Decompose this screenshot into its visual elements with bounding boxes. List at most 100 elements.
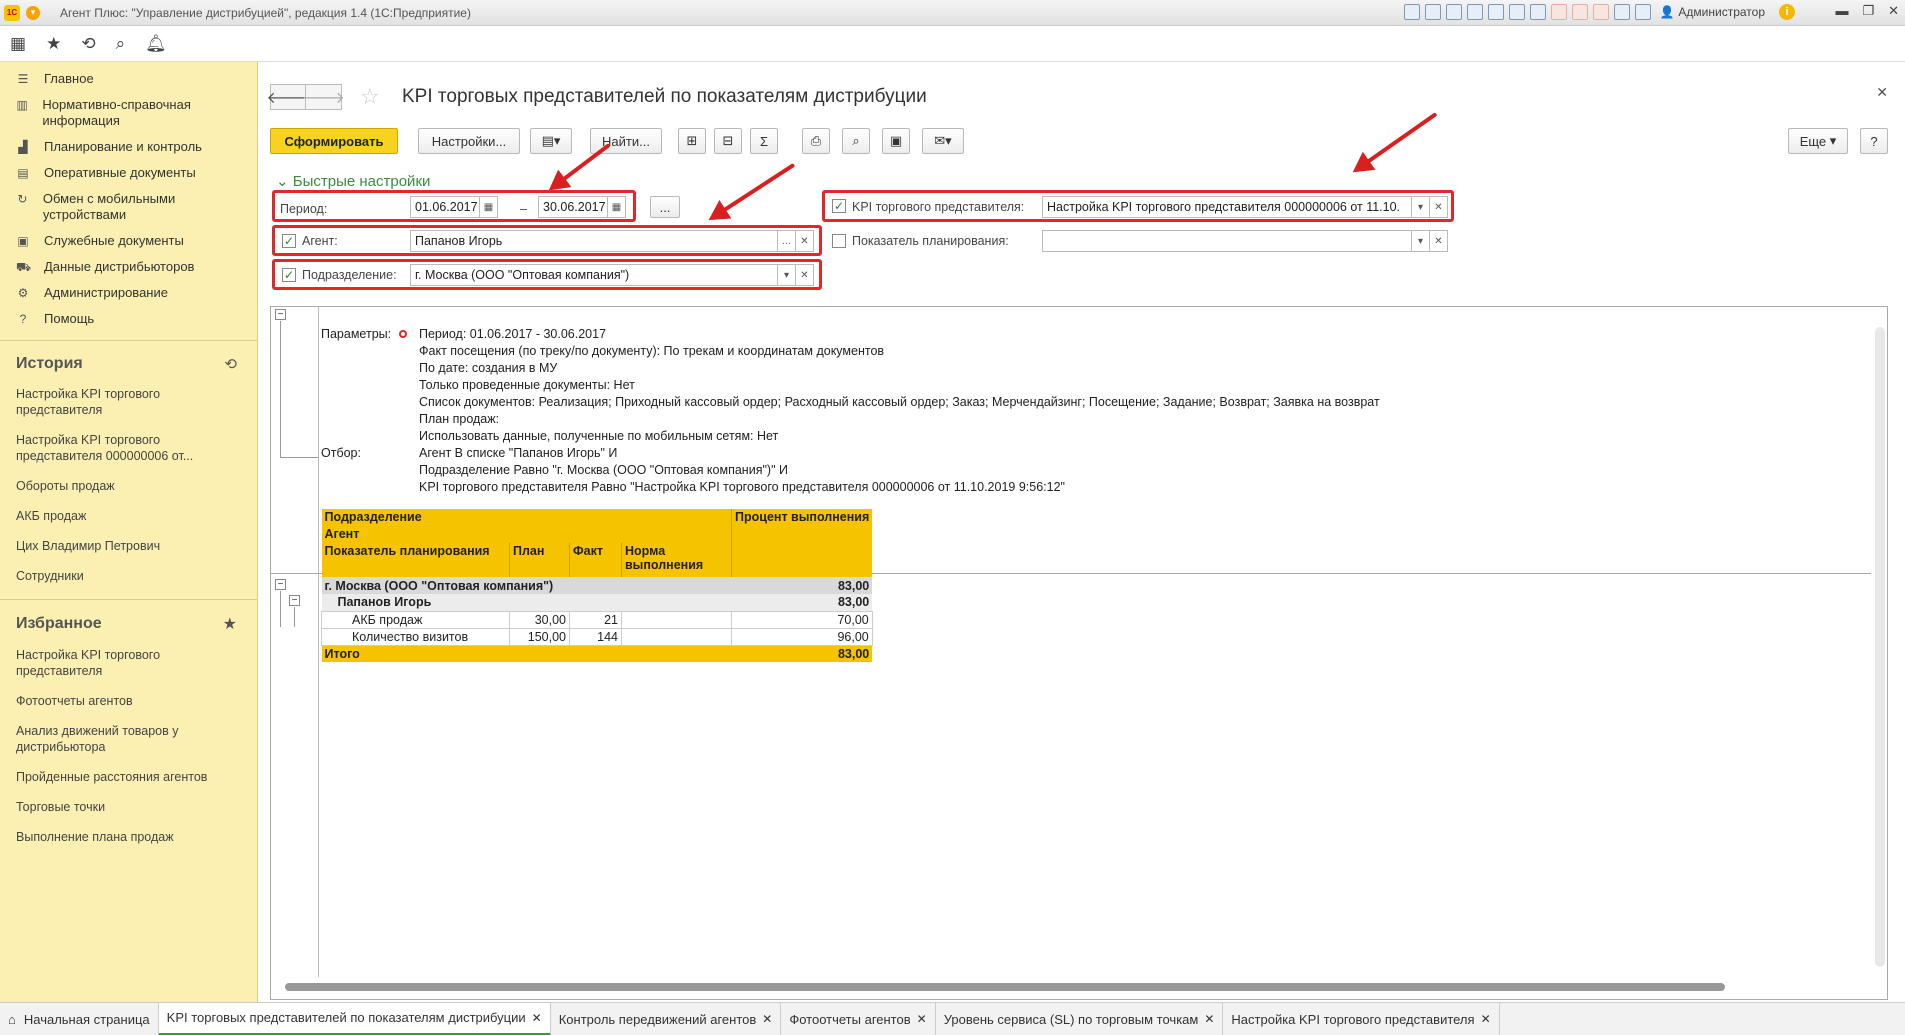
restore-icon[interactable]: ❐: [1862, 3, 1874, 19]
sidebar-item-mobile-exchange[interactable]: ↻ Обмен с мобильными устройствами: [0, 186, 257, 228]
search-icon[interactable]: ⌕: [116, 34, 126, 54]
table-icon[interactable]: [1509, 4, 1525, 20]
sidebar-item-label: Планирование и контроль: [44, 139, 202, 154]
collapse-icon[interactable]: ⊟: [714, 128, 742, 154]
close-window-icon[interactable]: ✕: [1888, 3, 1899, 19]
plan-checkbox[interactable]: ✓: [832, 234, 846, 248]
param-line: Использовать данные, полученные по мобил…: [419, 429, 779, 443]
memory-icon[interactable]: [1551, 4, 1567, 20]
close-form-icon[interactable]: ✕: [1876, 84, 1888, 101]
quick-settings-header[interactable]: ⌄ Быстрые настройки: [276, 172, 430, 190]
upload-icon[interactable]: [1467, 4, 1483, 20]
favorites-item[interactable]: Настройка KPI торгового представителя: [0, 640, 257, 686]
plan-input[interactable]: [1042, 230, 1412, 252]
more-button[interactable]: Еще ▾: [1788, 128, 1848, 154]
save-icon[interactable]: [1404, 4, 1420, 20]
favorites-item[interactable]: Выполнение плана продаж: [0, 822, 257, 852]
collapse-dept-icon[interactable]: −: [275, 579, 286, 590]
print-preview-icon[interactable]: ⌕: [842, 128, 870, 154]
history-item[interactable]: АКБ продаж: [0, 501, 257, 531]
favorites-item[interactable]: Анализ движений товаров у дистрибьютора: [0, 716, 257, 762]
close-tab-icon[interactable]: ✕: [762, 1012, 772, 1026]
panels-icon[interactable]: [1635, 4, 1651, 20]
header-pct: Процент выполнения: [731, 509, 873, 577]
preview-icon[interactable]: [1446, 4, 1462, 20]
forward-button[interactable]: 🡒: [302, 84, 345, 110]
favorites-item[interactable]: Торговые точки: [0, 792, 257, 822]
sidebar-item-help[interactable]: ? Помощь: [0, 306, 257, 332]
zoom-icon[interactable]: [1614, 4, 1630, 20]
sidebar-item-distributor-data[interactable]: ⛟ Данные дистрибьюторов: [0, 254, 257, 280]
notifications-bell-icon[interactable]: 🔔︎: [145, 34, 167, 54]
close-tab-icon[interactable]: ✕: [1204, 1012, 1214, 1026]
info-icon[interactable]: i: [1779, 4, 1795, 20]
highlight-kpi: [822, 190, 1454, 222]
sidebar-item-planning[interactable]: ▟ Планирование и контроль: [0, 134, 257, 160]
settings-button[interactable]: Настройки...: [418, 128, 520, 154]
tree-line: [280, 321, 281, 457]
sidebar-item-operational-docs[interactable]: ▤ Оперативные документы: [0, 160, 257, 186]
user-area[interactable]: 👤 Администратор i: [1659, 4, 1795, 20]
close-tab-icon[interactable]: ✕: [917, 1012, 927, 1026]
print-icon[interactable]: [1425, 4, 1441, 20]
sidebar-item-administration[interactable]: ⚙ Администрирование: [0, 280, 257, 306]
header-fact: Факт: [569, 543, 622, 577]
dept-pct: 83,00: [837, 578, 870, 593]
variants-button[interactable]: ▤▾: [530, 128, 572, 154]
history-icon[interactable]: ⟲: [81, 34, 95, 54]
indicator-name: АКБ продаж: [321, 610, 510, 629]
horizontal-scrollbar[interactable]: [285, 983, 1725, 991]
tab-label: Начальная страница: [23, 1011, 150, 1027]
help-button[interactable]: ?: [1860, 128, 1888, 154]
history-icon[interactable]: ⟲: [224, 355, 237, 373]
tab-kpi-settings[interactable]: Настройка KPI торгового представителя ✕: [1223, 1002, 1500, 1035]
collapse-agent-icon[interactable]: −: [289, 595, 300, 606]
close-tab-icon[interactable]: ✕: [532, 1011, 542, 1025]
tab-service-level[interactable]: Уровень сервиса (SL) по торговым точкам ✕: [936, 1002, 1224, 1035]
tab-agent-movement[interactable]: Контроль передвижений агентов ✕: [551, 1002, 782, 1035]
app-menu-button[interactable]: ▾: [26, 5, 40, 20]
back-button[interactable]: 🡐: [267, 84, 309, 110]
user-icon: 👤: [1659, 5, 1675, 19]
history-item[interactable]: Сотрудники: [0, 561, 257, 591]
favorites-star-icon[interactable]: ★: [223, 614, 237, 634]
apps-grid-icon[interactable]: ▦: [10, 34, 26, 54]
agent-pct: 83,00: [837, 595, 870, 610]
vertical-scrollbar[interactable]: [1875, 327, 1885, 967]
collapse-params-icon[interactable]: −: [275, 309, 286, 320]
calendar-icon[interactable]: [1530, 4, 1546, 20]
report-variant-icon: ▤▾: [541, 133, 561, 148]
indicator-pct: 70,00: [731, 610, 873, 629]
minimize-icon[interactable]: ▬: [1835, 3, 1848, 19]
send-mail-icon[interactable]: ✉▾: [922, 128, 964, 154]
tab-photo-reports[interactable]: Фотоотчеты агентов ✕: [781, 1002, 936, 1035]
history-item[interactable]: Обороты продаж: [0, 471, 257, 501]
history-item[interactable]: Настройка KPI торгового представителя 00…: [0, 425, 257, 471]
memory-plus-icon[interactable]: [1572, 4, 1588, 20]
param-line: Период: 01.06.2017 - 30.06.2017: [419, 327, 607, 341]
close-tab-icon[interactable]: ✕: [1481, 1012, 1491, 1026]
sidebar-item-main[interactable]: ☰ Главное: [0, 66, 257, 92]
favorites-item[interactable]: Фотоотчеты агентов: [0, 686, 257, 716]
tab-kpi-report[interactable]: KPI торговых представителей по показател…: [158, 1002, 551, 1035]
history-item[interactable]: Настройка KPI торгового представителя: [0, 379, 257, 425]
attach-icon[interactable]: [1488, 4, 1504, 20]
sidebar-item-reference[interactable]: ▥ Нормативно-справочная информация: [0, 92, 257, 134]
sidebar-item-service-docs[interactable]: ▣ Служебные документы: [0, 228, 257, 254]
generate-button[interactable]: Сформировать: [270, 128, 398, 154]
tab-home[interactable]: ⌂ Начальная страница: [0, 1002, 159, 1035]
period-select-button[interactable]: ...: [650, 196, 680, 218]
plan-clear-icon[interactable]: ✕: [1430, 230, 1448, 252]
expand-icon[interactable]: ⊞: [678, 128, 706, 154]
sum-button[interactable]: Σ: [750, 128, 778, 154]
save-icon[interactable]: ▣: [882, 128, 910, 154]
sidebar-item-label: Обмен с мобильными устройствами: [42, 191, 176, 222]
divider: [0, 599, 257, 600]
chevron-down-icon[interactable]: ▾: [1412, 230, 1430, 252]
print-icon[interactable]: ⎙: [802, 128, 830, 154]
favorite-star-icon[interactable]: ☆: [360, 84, 380, 110]
memory-minus-icon[interactable]: [1593, 4, 1609, 20]
favorites-item[interactable]: Пройденные расстояния агентов: [0, 762, 257, 792]
history-item[interactable]: Цих Владимир Петрович: [0, 531, 257, 561]
favorites-star-icon[interactable]: ★: [46, 34, 61, 54]
